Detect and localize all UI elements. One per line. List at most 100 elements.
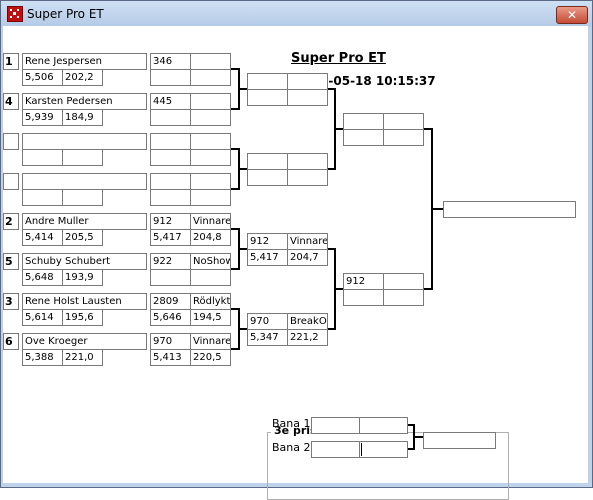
result-status[interactable]: Rödlykta (190, 293, 231, 310)
bracket-line (334, 288, 343, 290)
car-number[interactable]: 445 (150, 93, 191, 110)
driver-rt[interactable]: 5,506 (22, 69, 63, 86)
result-rt[interactable] (247, 89, 288, 106)
driver-name[interactable]: Andre Muller (22, 213, 147, 230)
car-number[interactable]: 970 (150, 333, 191, 350)
result-et[interactable]: 204,8 (190, 229, 231, 246)
seed-box: 4 (3, 93, 19, 110)
result-et[interactable] (383, 289, 424, 306)
car-number[interactable]: 922 (150, 253, 191, 270)
result-et[interactable]: 221,2 (287, 329, 328, 346)
driver-et[interactable] (62, 189, 103, 206)
result-status[interactable] (287, 73, 328, 90)
bracket-area: Super Pro ET 2014-05-18 10:15:37 1 4 2 5… (3, 26, 588, 500)
driver-et[interactable]: 184,9 (62, 109, 103, 126)
result-status[interactable] (383, 113, 424, 130)
result-rt[interactable] (150, 149, 191, 166)
result-et[interactable] (190, 189, 231, 206)
result-status[interactable]: Vinnare (287, 233, 328, 250)
driver-et[interactable]: 193,9 (62, 269, 103, 286)
result-status[interactable] (190, 173, 231, 190)
result-et[interactable]: 194,5 (190, 309, 231, 326)
driver-rt[interactable]: 5,614 (22, 309, 63, 326)
result-et[interactable]: 204,7 (287, 249, 328, 266)
result-rt[interactable] (150, 109, 191, 126)
result-status[interactable] (190, 133, 231, 150)
car-number[interactable] (247, 73, 288, 90)
result-status[interactable] (190, 53, 231, 70)
result-status[interactable]: Vinnare (190, 333, 231, 350)
driver-name[interactable]: Karsten Pedersen (22, 93, 147, 110)
car-number[interactable]: 912 (343, 273, 384, 290)
seed-box: 3 (3, 293, 19, 310)
result-et[interactable] (190, 269, 231, 286)
driver-et[interactable]: 205,5 (62, 229, 103, 246)
car-number[interactable]: 346 (150, 53, 191, 70)
close-button[interactable]: ✕ (556, 6, 588, 24)
bracket-line (238, 328, 247, 330)
result-et[interactable] (287, 89, 328, 106)
result-rt[interactable]: 5,413 (150, 349, 191, 366)
result-rt[interactable] (150, 269, 191, 286)
driver-et[interactable]: 221,0 (62, 349, 103, 366)
driver-rt[interactable]: 5,939 (22, 109, 63, 126)
result-rt[interactable] (247, 169, 288, 186)
result-rt[interactable]: 5,646 (150, 309, 191, 326)
final-winner-box[interactable] (443, 201, 576, 218)
driver-rt[interactable] (22, 149, 63, 166)
lane-input[interactable] (311, 417, 360, 434)
result-et[interactable] (383, 129, 424, 146)
driver-et[interactable]: 195,6 (62, 309, 103, 326)
driver-et[interactable]: 202,2 (62, 69, 103, 86)
driver-name[interactable]: Ove Kroeger (22, 333, 147, 350)
driver-name[interactable]: Rene Holst Lausten (22, 293, 147, 310)
result-status[interactable]: Vinnare (190, 213, 231, 230)
car-number[interactable]: 2809 (150, 293, 191, 310)
driver-name[interactable] (22, 133, 147, 150)
text-cursor (361, 443, 362, 456)
result-rt[interactable]: 5,417 (247, 249, 288, 266)
lane-label: Bana 2 (272, 441, 311, 454)
lane-input[interactable] (359, 441, 408, 458)
result-rt[interactable]: 5,417 (150, 229, 191, 246)
driver-rt[interactable]: 5,414 (22, 229, 63, 246)
result-et[interactable]: 220,5 (190, 349, 231, 366)
bracket-line (431, 208, 443, 210)
driver-name[interactable] (22, 173, 147, 190)
car-number[interactable]: 970 (247, 313, 288, 330)
car-number[interactable] (343, 113, 384, 130)
driver-name[interactable]: Schuby Schubert (22, 253, 147, 270)
lane-label: Bana 1 (272, 417, 311, 430)
result-status[interactable]: NoShow (190, 253, 231, 270)
result-et[interactable] (287, 169, 328, 186)
result-rt[interactable] (343, 289, 384, 306)
result-rt[interactable] (150, 189, 191, 206)
bracket-line (413, 436, 423, 438)
driver-rt[interactable] (22, 189, 63, 206)
result-rt[interactable] (343, 129, 384, 146)
lane-input[interactable] (311, 441, 360, 458)
car-number[interactable]: 912 (150, 213, 191, 230)
seed-box: 1 (3, 53, 19, 70)
driver-et[interactable] (62, 149, 103, 166)
driver-name[interactable]: Rene Jespersen (22, 53, 147, 70)
bracket-line (238, 88, 247, 90)
title-bar: Super Pro ET ✕ (1, 1, 592, 27)
lane-input[interactable] (359, 417, 408, 434)
car-number[interactable]: 912 (247, 233, 288, 250)
result-et[interactable] (190, 149, 231, 166)
car-number[interactable] (150, 133, 191, 150)
third-place-winner-box[interactable] (423, 432, 496, 449)
car-number[interactable] (150, 173, 191, 190)
result-status[interactable] (190, 93, 231, 110)
driver-rt[interactable]: 5,388 (22, 349, 63, 366)
car-number[interactable] (247, 153, 288, 170)
result-status[interactable]: BreakOut (287, 313, 328, 330)
result-rt[interactable] (150, 69, 191, 86)
result-et[interactable] (190, 69, 231, 86)
result-rt[interactable]: 5,347 (247, 329, 288, 346)
result-status[interactable] (287, 153, 328, 170)
driver-rt[interactable]: 5,648 (22, 269, 63, 286)
result-status[interactable] (383, 273, 424, 290)
result-et[interactable] (190, 109, 231, 126)
